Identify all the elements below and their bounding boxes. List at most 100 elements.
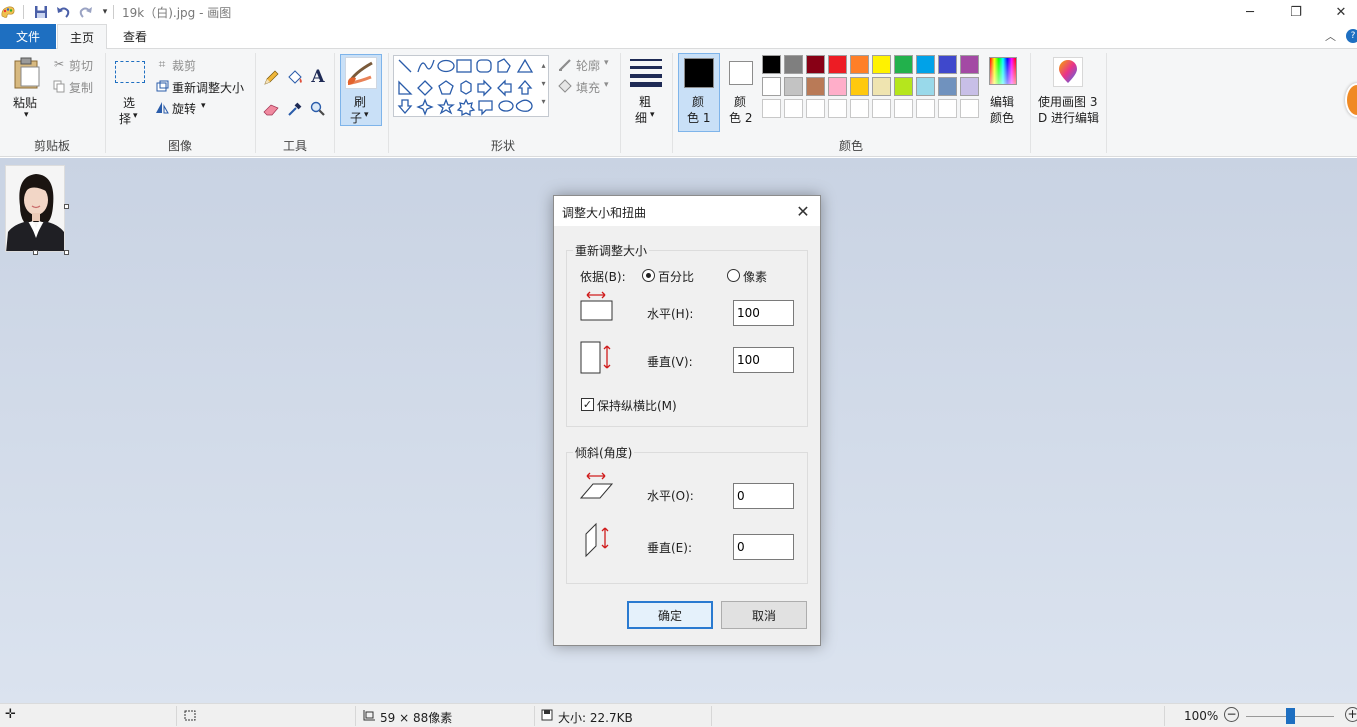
tab-view[interactable]: 查看 — [111, 24, 159, 49]
custom-color-slot[interactable] — [960, 99, 979, 118]
paste-dropdown-icon[interactable]: ▾ — [24, 110, 29, 120]
custom-color-slot[interactable] — [872, 99, 891, 118]
save-icon[interactable] — [33, 4, 49, 20]
paste-icon[interactable] — [10, 55, 44, 91]
brushes-dropdown-icon[interactable]: ▾ — [364, 110, 369, 120]
outline-label[interactable]: 轮廓 — [576, 57, 600, 74]
dialog-close-button[interactable]: ✕ — [792, 200, 814, 222]
shapes-gallery[interactable] — [393, 55, 549, 117]
text-tool-icon[interactable]: A — [309, 67, 327, 87]
close-button[interactable]: ✕ — [1318, 0, 1357, 24]
crop-label[interactable]: 裁剪 — [172, 57, 196, 74]
magnifier-icon[interactable] — [309, 100, 327, 118]
palette-swatch[interactable] — [828, 77, 847, 96]
customize-qat-icon[interactable]: ▾ — [97, 4, 113, 20]
fill-label[interactable]: 填充 — [576, 79, 600, 96]
collapse-ribbon-icon[interactable]: ︿ — [1325, 28, 1336, 44]
percent-label[interactable]: 百分比 — [658, 268, 694, 285]
palette-swatch[interactable] — [960, 77, 979, 96]
custom-color-slot[interactable] — [916, 99, 935, 118]
custom-color-slot[interactable] — [784, 99, 803, 118]
palette-swatch[interactable] — [806, 55, 825, 74]
color2-label[interactable]: 颜 — [734, 93, 746, 110]
custom-color-slot[interactable] — [938, 99, 957, 118]
cut-label[interactable]: 剪切 — [69, 57, 93, 74]
percent-radio[interactable] — [642, 269, 655, 282]
crop-icon[interactable]: ⌗ — [155, 57, 169, 71]
pixels-radio[interactable] — [727, 269, 740, 282]
tab-home[interactable]: 主页 — [57, 24, 107, 50]
outline-icon[interactable] — [557, 57, 573, 71]
palette-swatch[interactable] — [850, 55, 869, 74]
paint3d-icon[interactable] — [1053, 57, 1083, 87]
select-label[interactable]: 选 — [123, 94, 135, 111]
palette-swatch[interactable] — [762, 55, 781, 74]
pixels-label[interactable]: 像素 — [743, 268, 767, 285]
select-icon[interactable] — [114, 59, 146, 85]
size-dropdown-icon[interactable]: ▾ — [650, 110, 655, 120]
paint3d-label[interactable]: 使用画图 3 — [1038, 93, 1097, 110]
palette-swatch[interactable] — [938, 77, 957, 96]
undo-icon[interactable] — [55, 4, 71, 20]
custom-color-slot[interactable] — [828, 99, 847, 118]
zoom-slider-thumb[interactable] — [1286, 708, 1295, 724]
palette-swatch[interactable] — [894, 55, 913, 74]
pencil-icon[interactable] — [262, 69, 280, 87]
ok-button[interactable]: 确定 — [627, 601, 713, 629]
resize-icon[interactable] — [155, 79, 169, 93]
fill-bucket-icon[interactable] — [286, 69, 304, 87]
palette-swatch[interactable] — [806, 77, 825, 96]
rotate-icon[interactable] — [155, 100, 169, 114]
palette-swatch[interactable] — [894, 77, 913, 96]
resize-handle-right[interactable] — [64, 204, 69, 209]
palette-swatch[interactable] — [828, 55, 847, 74]
custom-color-slot[interactable] — [850, 99, 869, 118]
resize-handle-bottom[interactable] — [33, 250, 38, 255]
edit-colors-label-2[interactable]: 颜色 — [990, 109, 1014, 126]
floating-badge-icon[interactable] — [1345, 83, 1357, 117]
paint-app-icon[interactable] — [0, 4, 16, 20]
size-icon[interactable] — [630, 58, 662, 87]
edit-colors-icon[interactable] — [989, 57, 1017, 85]
color2-label-2[interactable]: 色 2 — [729, 109, 752, 126]
select-dropdown-icon[interactable]: ▾ — [133, 111, 138, 121]
custom-color-slot[interactable] — [894, 99, 913, 118]
help-icon[interactable]: ? — [1346, 29, 1357, 43]
edit-colors-label[interactable]: 编辑 — [990, 93, 1014, 110]
rotate-dropdown-icon[interactable]: ▾ — [201, 101, 206, 111]
eraser-icon[interactable] — [262, 100, 280, 118]
cancel-button[interactable]: 取消 — [721, 601, 807, 629]
skew-horizontal-input[interactable] — [733, 483, 794, 509]
palette-swatch[interactable] — [938, 55, 957, 74]
palette-swatch[interactable] — [916, 55, 935, 74]
copy-label[interactable]: 复制 — [69, 79, 93, 96]
color2-swatch[interactable] — [729, 61, 753, 85]
fill-icon[interactable] — [557, 79, 573, 93]
maximize-button[interactable]: ❐ — [1273, 0, 1319, 24]
palette-swatch[interactable] — [762, 77, 781, 96]
rotate-label[interactable]: 旋转 — [172, 100, 196, 117]
resize-handle-corner[interactable] — [64, 250, 69, 255]
palette-swatch[interactable] — [916, 77, 935, 96]
palette-swatch[interactable] — [784, 55, 803, 74]
palette-swatch[interactable] — [872, 77, 891, 96]
skew-vertical-input[interactable] — [733, 534, 794, 560]
copy-icon[interactable] — [52, 79, 66, 93]
tab-file[interactable]: 文件 — [0, 24, 56, 49]
custom-color-slot[interactable] — [806, 99, 825, 118]
fill-dropdown-icon[interactable]: ▾ — [604, 80, 609, 90]
cut-icon[interactable]: ✂ — [52, 57, 66, 71]
paste-label[interactable]: 粘贴 — [13, 94, 37, 111]
palette-swatch[interactable] — [960, 55, 979, 74]
minimize-button[interactable]: ─ — [1227, 0, 1273, 24]
paint3d-label-2[interactable]: D 进行编辑 — [1038, 109, 1099, 126]
select-label-2[interactable]: 择 — [119, 110, 131, 127]
redo-icon[interactable] — [78, 4, 94, 20]
palette-swatch[interactable] — [784, 77, 803, 96]
zoom-out-button[interactable]: − — [1224, 707, 1239, 722]
canvas-image[interactable] — [5, 165, 65, 252]
horizontal-input[interactable] — [733, 300, 794, 326]
outline-dropdown-icon[interactable]: ▾ — [604, 58, 609, 68]
custom-color-slot[interactable] — [762, 99, 781, 118]
keep-ratio-label[interactable]: 保持纵横比(M) — [597, 397, 677, 414]
